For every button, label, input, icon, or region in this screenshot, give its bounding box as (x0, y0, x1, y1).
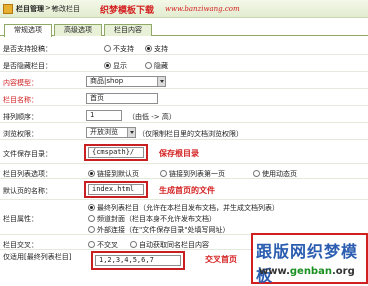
breadcrumb-current: 修改栏目 (52, 5, 80, 13)
title-bar: 栏目管理 >> 修改栏目 织梦模板下载 www.banziwang.com (0, 0, 368, 18)
cross-ids-annotation: 交叉首页 (205, 255, 237, 264)
radio-selected-icon[interactable] (104, 62, 111, 69)
hidden-label: 是否隐藏栏目： (3, 62, 52, 70)
column-name-label: 栏目名称： (3, 96, 38, 104)
row-content-model: 内容模型： 商品|shop (0, 74, 368, 89)
radio-icon[interactable] (88, 226, 95, 233)
radio-icon[interactable] (160, 170, 167, 177)
brand-url: www.genban.org (259, 266, 355, 277)
radio-icon[interactable] (88, 241, 95, 248)
cross-ids-input[interactable]: 1,2,3,4,5,6,7 (95, 255, 181, 266)
save-dir-annotation: 保存根目录 (159, 149, 199, 158)
attribute-final-list[interactable]: 最终列表栏目（允许在本栏目发布文档，并生成文档列表） (88, 203, 279, 213)
row-column-name: 栏目名称： 首页 (0, 91, 368, 106)
radio-icon[interactable] (130, 241, 137, 248)
tab-content[interactable]: 栏目内容 (104, 24, 152, 36)
hidden-show[interactable]: 显示 (104, 61, 127, 71)
support-submit-label: 是否支持投稿： (3, 45, 52, 53)
tab-general[interactable]: 常规选项 (4, 24, 52, 37)
default-page-input[interactable]: index.html (88, 184, 144, 195)
default-page-label: 默认页的名称： (3, 187, 52, 195)
row-order: 排列顺序： 1 （由低 -> 高） (0, 108, 368, 123)
access-label: 浏览权限： (3, 130, 38, 138)
radio-icon[interactable] (145, 62, 152, 69)
radio-icon[interactable] (253, 170, 260, 177)
list-option-first[interactable]: 链接到列表第一页 (160, 169, 225, 179)
attribute-external-link[interactable]: 外部连接（在"文件保存目录"处填写网址） (88, 225, 229, 235)
cross-ids-label: 仅适用[最终列表栏目] (3, 253, 72, 261)
chevron-down-icon[interactable] (157, 77, 165, 86)
tab-bar: 常规选项 高级选项 栏目内容 (0, 22, 368, 37)
order-hint: （由低 -> 高） (128, 113, 176, 121)
row-default-page: 默认页的名称： index.html 生成首页的文件 (0, 180, 368, 200)
brand-watermark: 跟版网织梦模板 www.genban.org (251, 233, 368, 285)
attribute-label: 栏目属性： (3, 215, 38, 223)
list-option-dynamic[interactable]: 使用动态页 (253, 169, 297, 179)
cross-none[interactable]: 不交叉 (88, 240, 118, 250)
row-list-option: 栏目列表选项： 链接到默认页 链接到列表第一页 使用动态页 (0, 166, 368, 179)
order-label: 排列顺序： (3, 113, 38, 121)
support-submit-yes[interactable]: 支持 (145, 44, 168, 54)
list-option-label: 栏目列表选项： (3, 170, 52, 178)
watermark: 织梦模板下载 (100, 6, 155, 16)
save-dir-input[interactable]: {cmspath}/ (88, 147, 144, 158)
radio-selected-icon[interactable] (88, 204, 95, 211)
cross-auto[interactable]: 自动获取同名栏目内容 (130, 240, 209, 250)
radio-icon[interactable] (88, 215, 95, 222)
access-hint: （仅限制栏目里的文档浏览权限） (138, 130, 243, 138)
tab-advanced[interactable]: 高级选项 (54, 24, 102, 36)
chevron-down-icon[interactable] (127, 128, 135, 137)
access-select[interactable]: 开放浏览 (86, 127, 136, 138)
radio-selected-icon[interactable] (88, 170, 95, 177)
row-access: 浏览权限： 开放浏览 （仅限制栏目里的文档浏览权限） (0, 125, 368, 140)
content-model-select[interactable]: 商品|shop (86, 76, 166, 87)
row-save-dir: 文件保存目录： {cmspath}/ 保存根目录 (0, 142, 368, 164)
brand-name: 跟版网织梦模板 (256, 242, 359, 285)
row-support-submit: 是否支持投稿： 不支持 支持 (0, 40, 368, 55)
radio-selected-icon[interactable] (145, 45, 152, 52)
save-dir-label: 文件保存目录： (3, 150, 52, 158)
attribute-channel-cover[interactable]: 频道封面（栏目本身不允许发布文档） (88, 214, 216, 224)
folder-icon (3, 4, 13, 14)
row-hidden: 是否隐藏栏目： 显示 隐藏 (0, 57, 368, 72)
hidden-hide[interactable]: 隐藏 (145, 61, 168, 71)
breadcrumb-root[interactable]: 栏目管理 (16, 4, 44, 14)
row-attribute: 栏目属性： 最终列表栏目（允许在本栏目发布文档，并生成文档列表） 频道封面（栏目… (0, 201, 368, 235)
radio-icon[interactable] (104, 45, 111, 52)
list-option-default[interactable]: 链接到默认页 (88, 169, 139, 179)
watermark-url: www.banziwang.com (165, 5, 240, 13)
support-submit-no[interactable]: 不支持 (104, 44, 134, 54)
default-page-annotation: 生成首页的文件 (159, 186, 215, 195)
cross-label: 栏目交叉： (3, 241, 38, 249)
content-model-label: 内容模型： (3, 79, 38, 87)
column-name-input[interactable]: 首页 (86, 93, 158, 104)
order-input[interactable]: 1 (86, 110, 122, 121)
